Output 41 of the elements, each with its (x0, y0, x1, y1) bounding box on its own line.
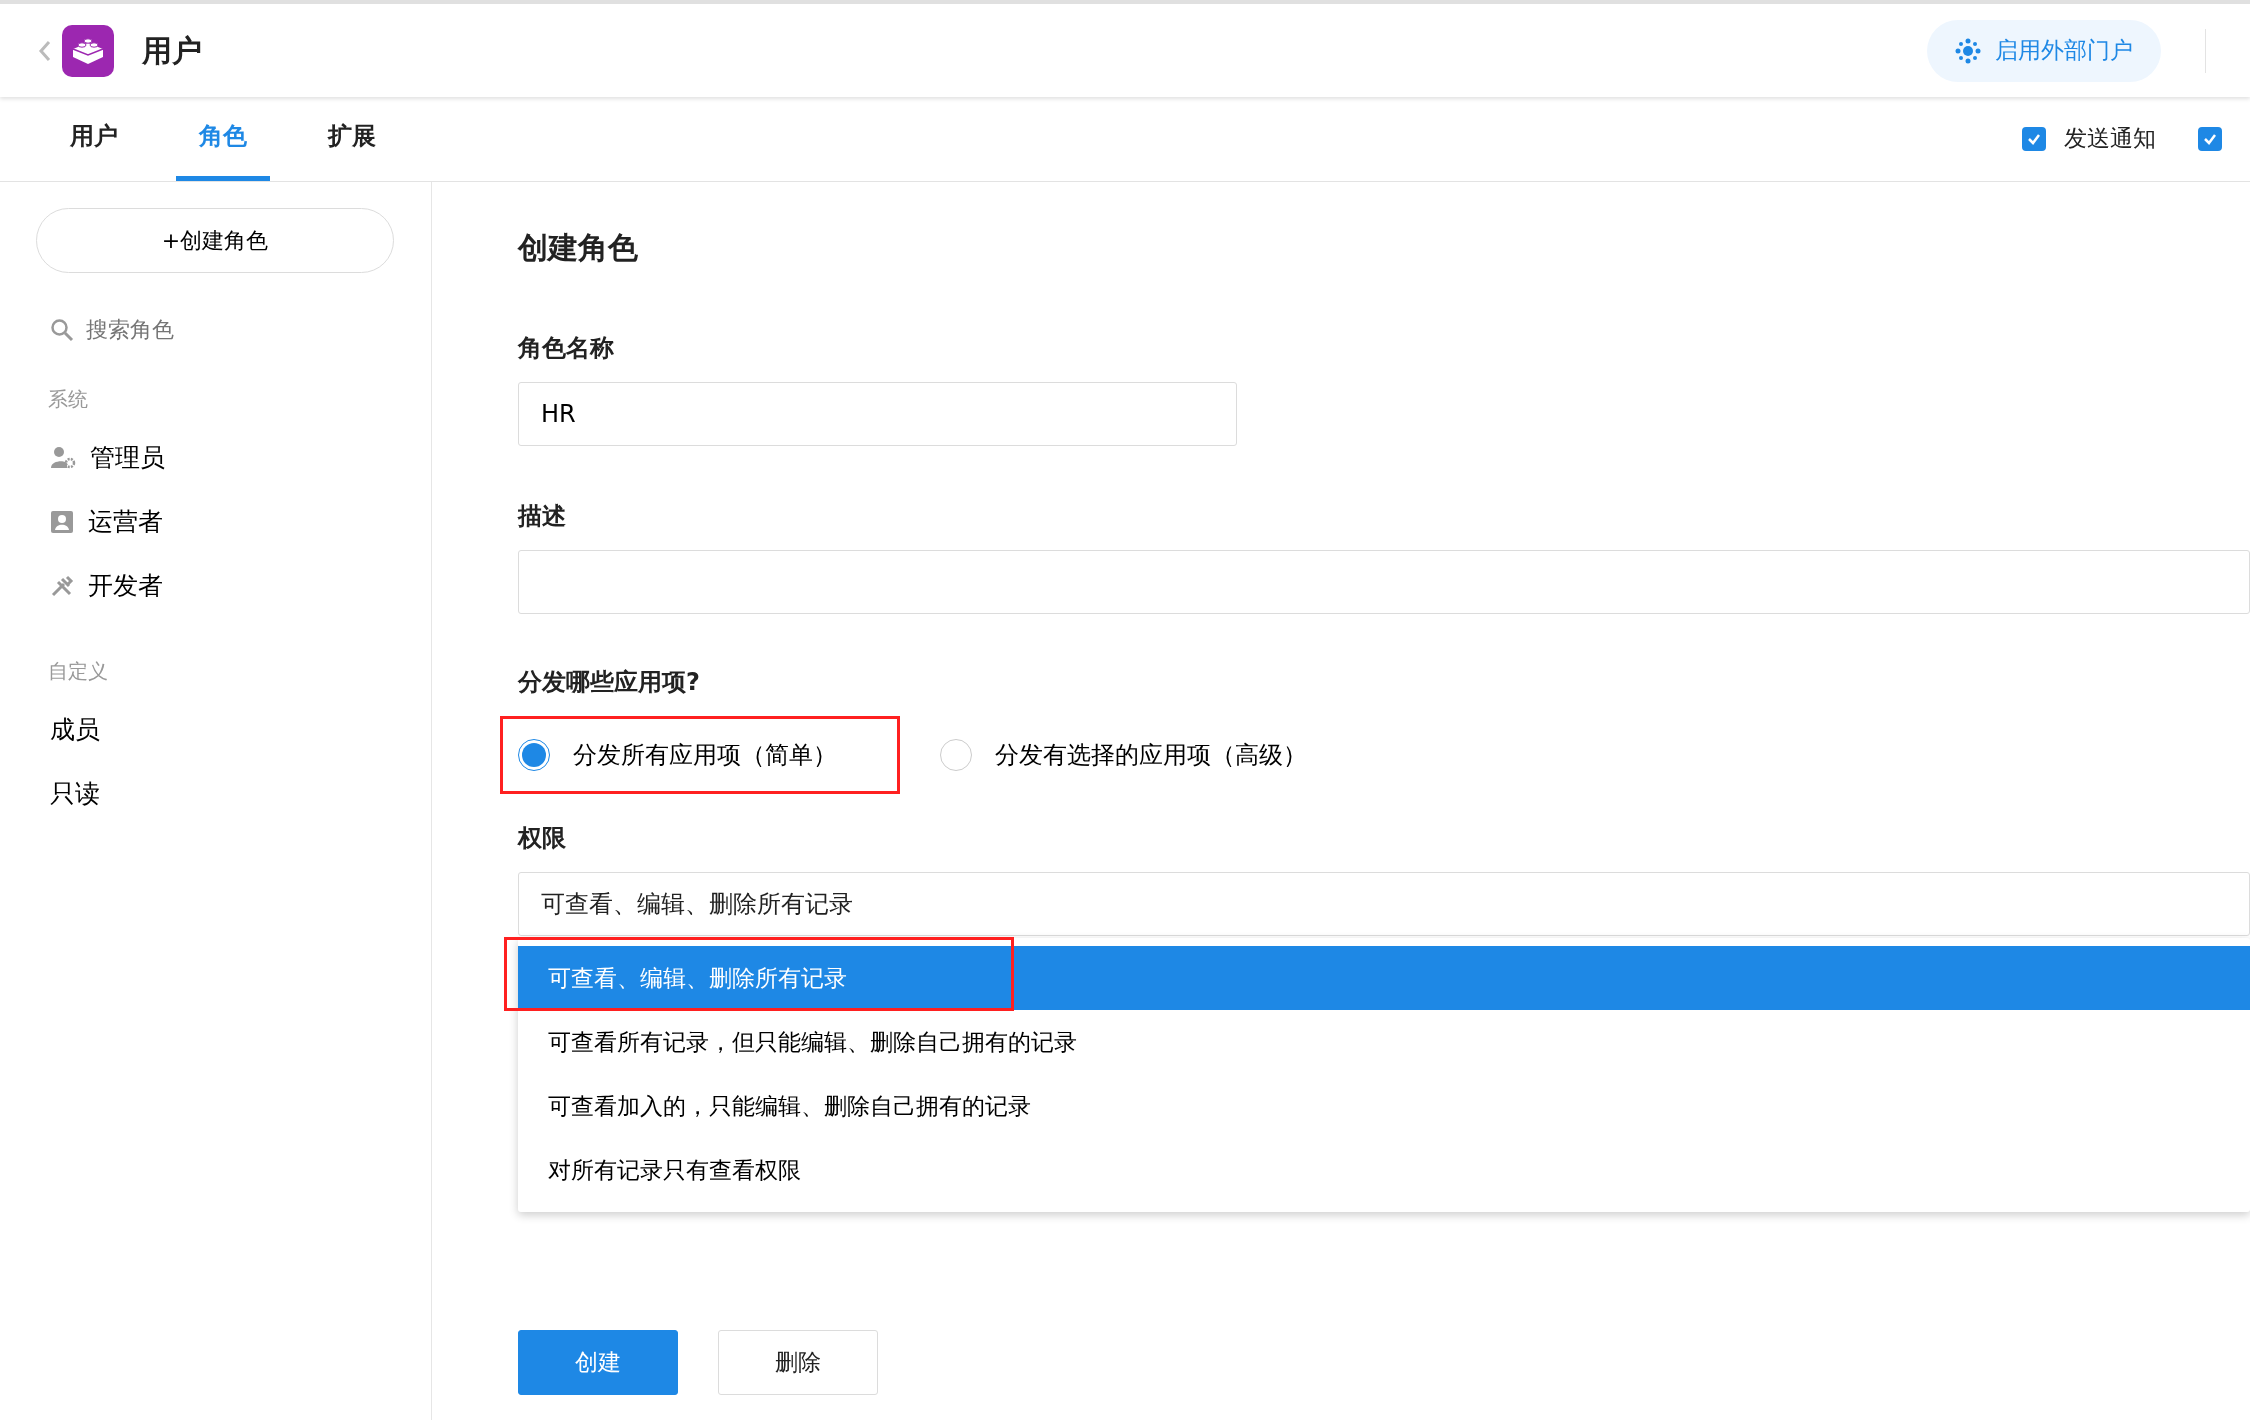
sidebar-item[interactable]: 开发者 (0, 554, 431, 618)
permission-select[interactable]: 可查看、编辑、删除所有记录 (518, 872, 2250, 936)
field-label: 权限 (518, 823, 567, 854)
user-gear-icon (50, 446, 76, 470)
dropdown-option[interactable]: 可查看、编辑、删除所有记录 (518, 946, 2250, 1010)
radio-option[interactable]: 分发有选择的应用项（高级） (922, 716, 1370, 794)
sidebar-item[interactable]: 成员 (0, 698, 431, 762)
create-button[interactable]: 创建 (518, 1330, 678, 1395)
section-label: 系统 (48, 386, 89, 413)
tab[interactable]: 扩展 (305, 96, 399, 181)
section-label: 自定义 (48, 658, 109, 685)
contact-card-icon (50, 510, 74, 534)
role-name-field[interactable]: HR (518, 382, 1237, 446)
checkbox[interactable] (2198, 126, 2222, 151)
create-role-button[interactable]: +创建角色 (36, 208, 394, 273)
search-field[interactable]: 搜索角色 (86, 313, 386, 346)
sidebar-item[interactable]: 只读 (0, 762, 431, 826)
checkbox-label: 发送通知 (2064, 124, 2156, 154)
form-title: 创建角色 (518, 230, 639, 266)
dropdown-option[interactable]: 可查看加入的，只能编辑、删除自己拥有的记录 (518, 1074, 2250, 1138)
dots-icon (1955, 37, 1981, 64)
dropdown-option[interactable]: 可查看所有记录，但只能编辑、删除自己拥有的记录 (518, 1010, 2250, 1074)
sidebar-item[interactable]: 管理员 (0, 426, 431, 490)
delete-button[interactable]: 删除 (718, 1330, 878, 1395)
search-icon (50, 317, 74, 342)
tools-icon (50, 574, 74, 598)
description-field[interactable] (518, 550, 2250, 614)
field-label: 角色名称 (518, 333, 615, 364)
radio-option[interactable]: 分发所有应用项（简单） (500, 716, 900, 794)
tab[interactable]: 用户 (47, 96, 141, 181)
tab[interactable]: 角色 (176, 96, 270, 181)
field-label: 描述 (518, 501, 567, 532)
radio-button[interactable] (940, 739, 972, 771)
app-logo (62, 24, 114, 77)
back-chevron-icon[interactable] (38, 39, 52, 62)
radio-button[interactable] (518, 739, 550, 771)
page-title: 用户 (142, 32, 202, 70)
checkbox[interactable] (2022, 126, 2046, 151)
dropdown-option[interactable]: 对所有记录只有查看权限 (518, 1138, 2250, 1202)
sidebar-item[interactable]: 运营者 (0, 490, 431, 554)
field-label: 分发哪些应用项? (518, 667, 701, 698)
